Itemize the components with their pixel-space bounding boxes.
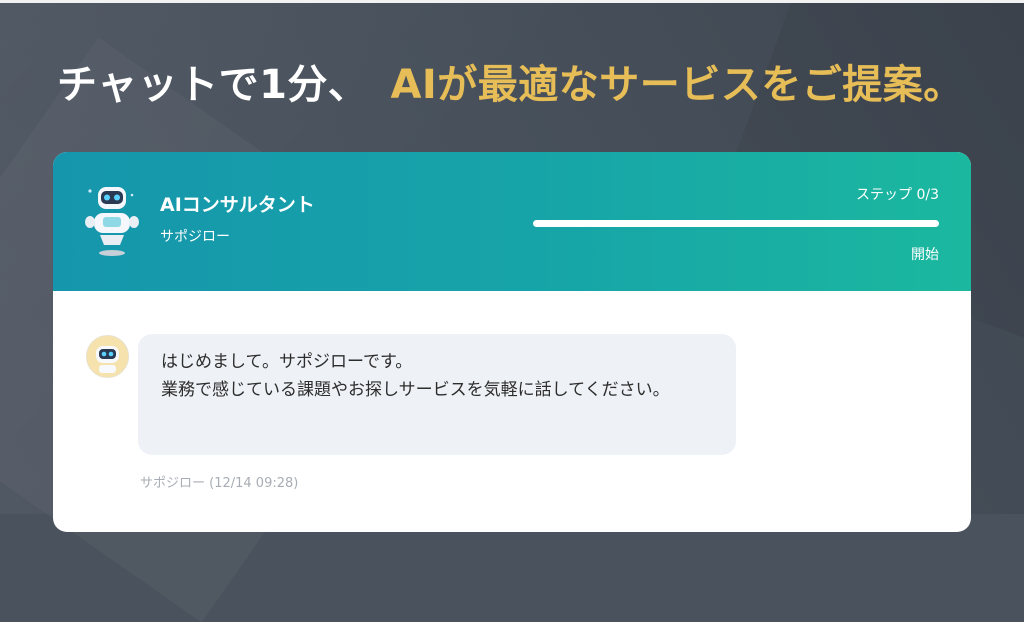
chat-widget: AIコンサルタント サポジロー ステップ 0/3 開始 はじめまして。サポジロー… — [53, 152, 971, 532]
chat-message-text: はじめまして。サポジローです。 業務で感じている課題やお探しサービスを気軽に話し… — [161, 352, 670, 400]
headline-accent: AIが最適なサービスをご提案。 — [390, 62, 964, 108]
headline-main: チャットで1分、 — [57, 62, 369, 108]
chat-message-bubble: はじめまして。サポジローです。 業務で感じている課題やお探しサービスを気軽に話し… — [138, 334, 736, 455]
chat-header: AIコンサルタント サポジロー ステップ 0/3 開始 — [53, 152, 971, 291]
chat-message-meta: サポジロー (12/14 09:28) — [140, 476, 299, 491]
step-counter: ステップ 0/3 — [856, 187, 939, 203]
agent-name: AIコンサルタント — [160, 194, 315, 216]
robot-icon — [85, 187, 139, 256]
agent-avatar — [86, 335, 129, 378]
page-headline: チャットで1分、 AIが最適なサービスをご提案。 — [57, 52, 964, 110]
progress-bar — [533, 220, 939, 227]
progress-caption: 開始 — [911, 247, 939, 263]
agent-subtitle: サポジロー — [160, 229, 230, 245]
robot-avatar-icon — [87, 336, 128, 377]
top-border — [0, 0, 1024, 3]
